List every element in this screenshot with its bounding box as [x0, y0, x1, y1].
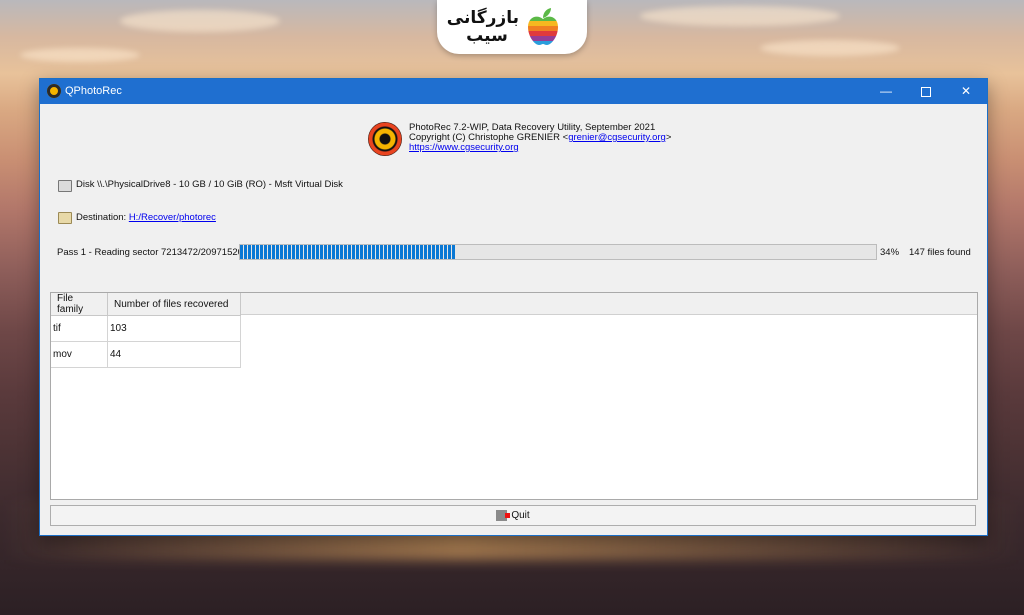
results-table-area: File family Number of files recovered ti…: [50, 292, 978, 500]
progress-bar-fill: [240, 245, 457, 259]
apple-logo-icon: [528, 8, 558, 45]
website-link[interactable]: https://www.cgsecurity.org: [409, 142, 519, 153]
photorec-logo-icon: [368, 122, 402, 156]
close-button[interactable]: ✕: [946, 79, 986, 104]
table-row[interactable]: tif 103: [51, 315, 241, 342]
cell-files-recovered: 44: [107, 341, 241, 368]
progress-status: Pass 1 - Reading sector 7213472/20971520: [57, 247, 243, 258]
folder-icon: [58, 212, 72, 224]
maximize-icon: [921, 86, 931, 97]
column-header-files-recovered[interactable]: Number of files recovered: [107, 293, 241, 316]
qphotorec-app-icon: [47, 84, 61, 98]
qphotorec-window: QPhotoRec — ✕ PhotoRec 7.2-WIP, Data Rec…: [39, 78, 988, 536]
app-info: PhotoRec 7.2-WIP, Data Recovery Utility,…: [409, 123, 671, 153]
title-bar[interactable]: QPhotoRec — ✕: [40, 79, 987, 104]
files-found-count: 147 files found: [909, 247, 971, 258]
cell-file-family: mov: [51, 341, 108, 368]
background-cloud: [760, 40, 900, 56]
progress-percent: 34%: [880, 247, 900, 258]
brand-badge: بازرگانی سیب: [437, 0, 587, 54]
window-title: QPhotoRec: [65, 85, 122, 97]
exit-icon: [496, 510, 511, 521]
background-cloud: [640, 6, 840, 26]
quit-label: Quit: [511, 510, 530, 521]
destination-row: Destination: H:/Recover/photorec: [76, 212, 216, 223]
brand-name: بازرگانی سیب: [446, 8, 519, 45]
disk-label: Disk \\.\PhysicalDrive8 - 10 GB / 10 GiB…: [76, 179, 343, 190]
background-cloud: [20, 48, 140, 62]
email-link[interactable]: grenier@cgsecurity.org: [568, 132, 666, 143]
destination-path-link[interactable]: H:/Recover/photorec: [129, 212, 216, 223]
table-row[interactable]: mov 44: [51, 341, 241, 368]
minimize-button[interactable]: —: [866, 79, 906, 104]
cell-files-recovered: 103: [107, 315, 241, 342]
cell-file-family: tif: [51, 315, 108, 342]
maximize-button[interactable]: [906, 79, 946, 104]
background-cloud: [120, 10, 280, 32]
file-family-table: File family Number of files recovered ti…: [51, 293, 241, 368]
disk-icon: [58, 180, 72, 192]
quit-button[interactable]: Quit: [50, 505, 976, 526]
progress-bar: [239, 244, 877, 260]
column-header-file-family[interactable]: File family: [51, 293, 108, 316]
destination-label: Destination:: [76, 212, 127, 223]
